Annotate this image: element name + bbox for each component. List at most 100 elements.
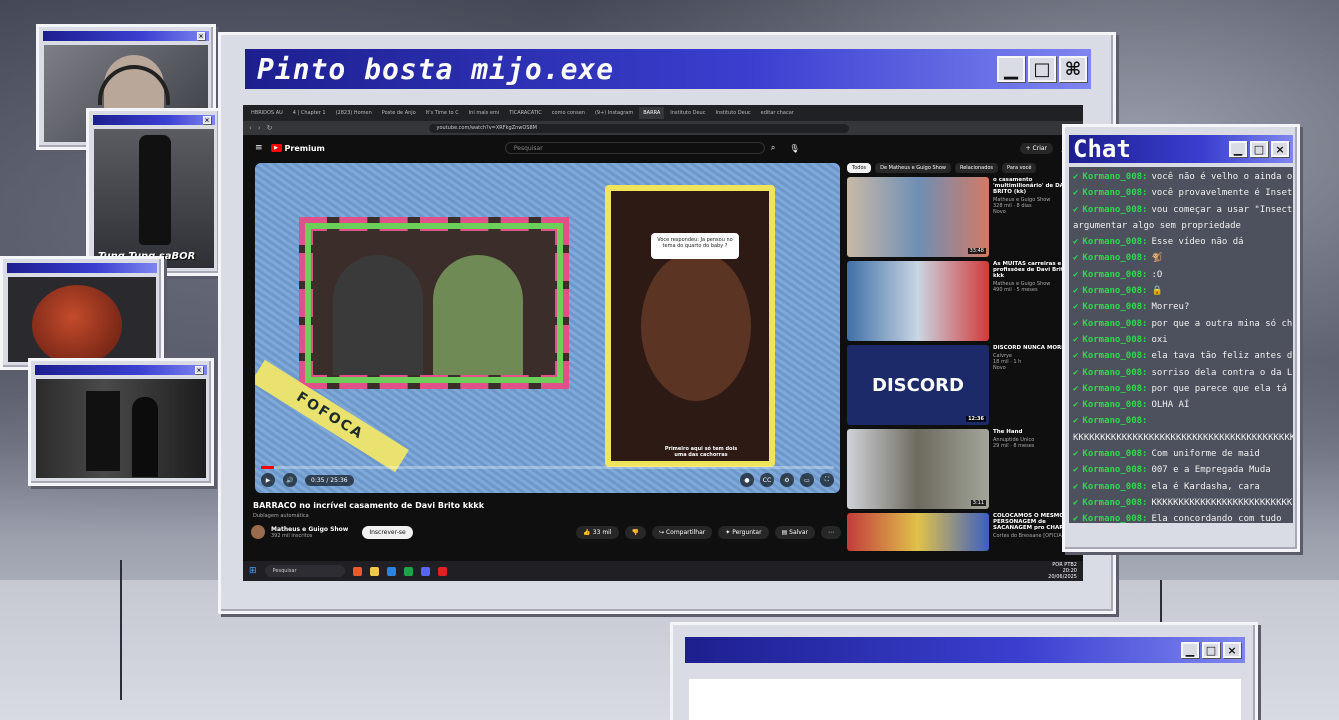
avatar[interactable] xyxy=(251,525,265,539)
chat-username[interactable]: Kormano_008: xyxy=(1082,449,1147,459)
chat-username[interactable]: Kormano_008: xyxy=(1082,253,1147,263)
chat-username[interactable]: Kormano_008: xyxy=(1082,368,1147,378)
chat-username[interactable]: Kormano_008: xyxy=(1082,400,1147,410)
close-button[interactable]: × xyxy=(1223,642,1241,658)
chip-channel[interactable]: De Matheus e Guigo Show xyxy=(875,163,951,173)
chat-username[interactable]: Kormano_008: xyxy=(1082,205,1147,215)
chat-window[interactable]: Chat ▁ □ × ✔ Kormano_008: você não é velho… xyxy=(1062,124,1300,552)
bottom-window[interactable]: ▁ □ × xyxy=(670,622,1258,720)
chat-username[interactable]: Kormano_008: xyxy=(1082,482,1147,492)
angry-bird-window[interactable] xyxy=(0,256,164,370)
minimize-button[interactable]: ▁ xyxy=(1229,141,1247,157)
browser-tab[interactable]: como consen xyxy=(548,107,589,119)
windows-start-icon[interactable]: ⊞ xyxy=(249,566,257,576)
close-button[interactable]: × xyxy=(197,32,205,40)
main-window[interactable]: Pinto bosta mijo.exe ▁ □ ⌘ HBRIDOS AU 4 |… xyxy=(218,32,1116,614)
chat-username[interactable]: Kormano_008: xyxy=(1082,465,1147,475)
reload-icon[interactable]: ↻ xyxy=(267,124,273,132)
chat-username[interactable]: Kormano_008: xyxy=(1082,351,1147,361)
app-icon[interactable] xyxy=(386,566,396,576)
chat-username[interactable]: Kormano_008: xyxy=(1082,384,1147,394)
app-icon[interactable] xyxy=(420,566,430,576)
thumbnail[interactable]: DISC ORD 12:36 xyxy=(847,345,989,425)
chip-related[interactable]: Relacionados xyxy=(954,163,999,173)
chat-username[interactable]: Kormano_008: xyxy=(1082,286,1147,296)
chip-all[interactable]: Todos xyxy=(847,163,872,173)
subscribe-button[interactable]: Inscrever-se xyxy=(362,525,413,539)
browser-tab[interactable]: Ini mais emi xyxy=(465,107,503,119)
title-bar[interactable]: × xyxy=(43,31,209,41)
maximize-button[interactable]: □ xyxy=(1250,141,1268,157)
title-bar[interactable] xyxy=(7,263,157,273)
chat-username[interactable]: Kormano_008: xyxy=(1082,188,1147,198)
url-field[interactable]: youtube.com/watch?v=XRFkgZnwOS8M xyxy=(428,123,849,133)
title-bar[interactable]: Chat ▁ □ × xyxy=(1069,135,1293,163)
ask-button[interactable]: ✦ Perguntar xyxy=(718,525,769,539)
chat-username[interactable]: Kormano_008: xyxy=(1082,302,1147,312)
volume-icon[interactable]: 🔊 xyxy=(283,473,297,487)
search-icon[interactable]: ⌕ xyxy=(771,143,775,153)
browser-tab[interactable]: Instituto Deuc xyxy=(711,107,754,119)
fullscreen-icon[interactable]: ⛶ xyxy=(820,473,834,487)
title-bar[interactable]: × xyxy=(93,115,215,125)
taskbar-search[interactable]: Pesquisar xyxy=(264,565,345,577)
youtube-logo[interactable]: ▶ Premium xyxy=(270,144,325,153)
maximize-button[interactable]: □ xyxy=(1202,642,1220,658)
back-icon[interactable]: ‹ xyxy=(249,124,252,132)
browser-tab[interactable]: Poste de Anjo xyxy=(378,107,420,119)
close-button[interactable]: × xyxy=(1271,141,1289,157)
chat-username[interactable]: Kormano_008: xyxy=(1082,416,1147,426)
title-bar[interactable]: ▁ □ × xyxy=(685,637,1245,663)
recommendation-item[interactable]: 33:48 o casamento 'multimilionário' de D… xyxy=(847,177,1077,259)
recommendation-item[interactable]: COLOCAMOS O MESMO PERSONAGEM de SACANAGE… xyxy=(847,513,1077,553)
browser-tab[interactable]: 4 | Chapter 1 xyxy=(289,107,330,119)
recommendation-item[interactable]: As MUITAS carreiras e profissões de Davi… xyxy=(847,261,1077,343)
browser-tab[interactable]: (2823) Homen xyxy=(332,107,376,119)
close-button[interactable]: × xyxy=(195,366,203,374)
mic-icon[interactable]: 🎙 xyxy=(789,144,799,153)
create-button[interactable]: + Criar xyxy=(1019,142,1054,154)
browser-tab[interactable]: Instituto Deuc xyxy=(666,107,709,119)
browser-tab[interactable]: TICARACATIC xyxy=(505,107,546,119)
recommendation-item[interactable]: DISC ORD 12:36 DISCORD NUNCA MORREU Calvry… xyxy=(847,345,1077,427)
title-bar[interactable]: × xyxy=(35,365,207,375)
play-button[interactable]: ▶ xyxy=(261,473,275,487)
chat-username[interactable]: Kormano_008: xyxy=(1082,172,1147,182)
menu-icon[interactable]: ≡ xyxy=(255,143,263,153)
chat-username[interactable]: Kormano_008: xyxy=(1082,335,1147,345)
minimize-button[interactable]: ▁ xyxy=(997,56,1025,82)
settings-icon[interactable]: ⚙ xyxy=(780,473,794,487)
thumbnail[interactable]: 3:11 xyxy=(847,429,989,509)
browser-tab[interactable]: BARRA xyxy=(639,107,665,119)
thumbnail[interactable] xyxy=(847,513,989,551)
captions-icon[interactable]: CC xyxy=(760,473,774,487)
app-icon[interactable] xyxy=(403,566,413,576)
video-player[interactable]: Voce respondeu: Ja pensou no tema do qua… xyxy=(255,163,840,493)
title-bar[interactable]: Pinto bosta mijo.exe ▁ □ ⌘ xyxy=(245,49,1091,89)
app-icon[interactable] xyxy=(352,566,362,576)
chat-username[interactable]: Kormano_008: xyxy=(1082,319,1147,329)
thumbnail[interactable]: 33:48 xyxy=(847,177,989,257)
chat-username[interactable]: Kormano_008: xyxy=(1082,514,1147,523)
thumbnail[interactable] xyxy=(847,261,989,341)
dislike-button[interactable]: 👎 xyxy=(624,525,647,539)
more-button[interactable]: ⋯ xyxy=(821,525,841,539)
autoplay-icon[interactable]: ● xyxy=(740,473,754,487)
browser-tab[interactable]: (9+) Instagram xyxy=(591,107,637,119)
miniplayer-icon[interactable]: ▭ xyxy=(800,473,814,487)
share-button[interactable]: ↪ Compartilhar xyxy=(652,525,713,539)
progress-bar[interactable] xyxy=(261,466,834,469)
close-button[interactable]: × xyxy=(203,116,211,124)
app-icon[interactable] xyxy=(369,566,379,576)
chip-for-you[interactable]: Para você xyxy=(1002,163,1037,173)
chat-username[interactable]: Kormano_008: xyxy=(1082,237,1147,247)
room-window[interactable]: × xyxy=(28,358,214,486)
search-input[interactable]: Pesquisar xyxy=(504,142,765,154)
recommendation-item[interactable]: 3:11 The Hand Annuptide Unico 29 mil · 8 m… xyxy=(847,429,1077,511)
maximize-button[interactable]: □ xyxy=(1028,56,1056,82)
chat-username[interactable]: Kormano_008: xyxy=(1082,270,1147,280)
like-button[interactable]: 👍 33 mil xyxy=(576,525,619,539)
meme-window[interactable]: × Tung Tung saBOR xyxy=(86,108,222,276)
channel-name[interactable]: Matheus e Guigo Show xyxy=(271,526,348,533)
browser-tab[interactable]: HBRIDOS AU xyxy=(247,107,287,119)
